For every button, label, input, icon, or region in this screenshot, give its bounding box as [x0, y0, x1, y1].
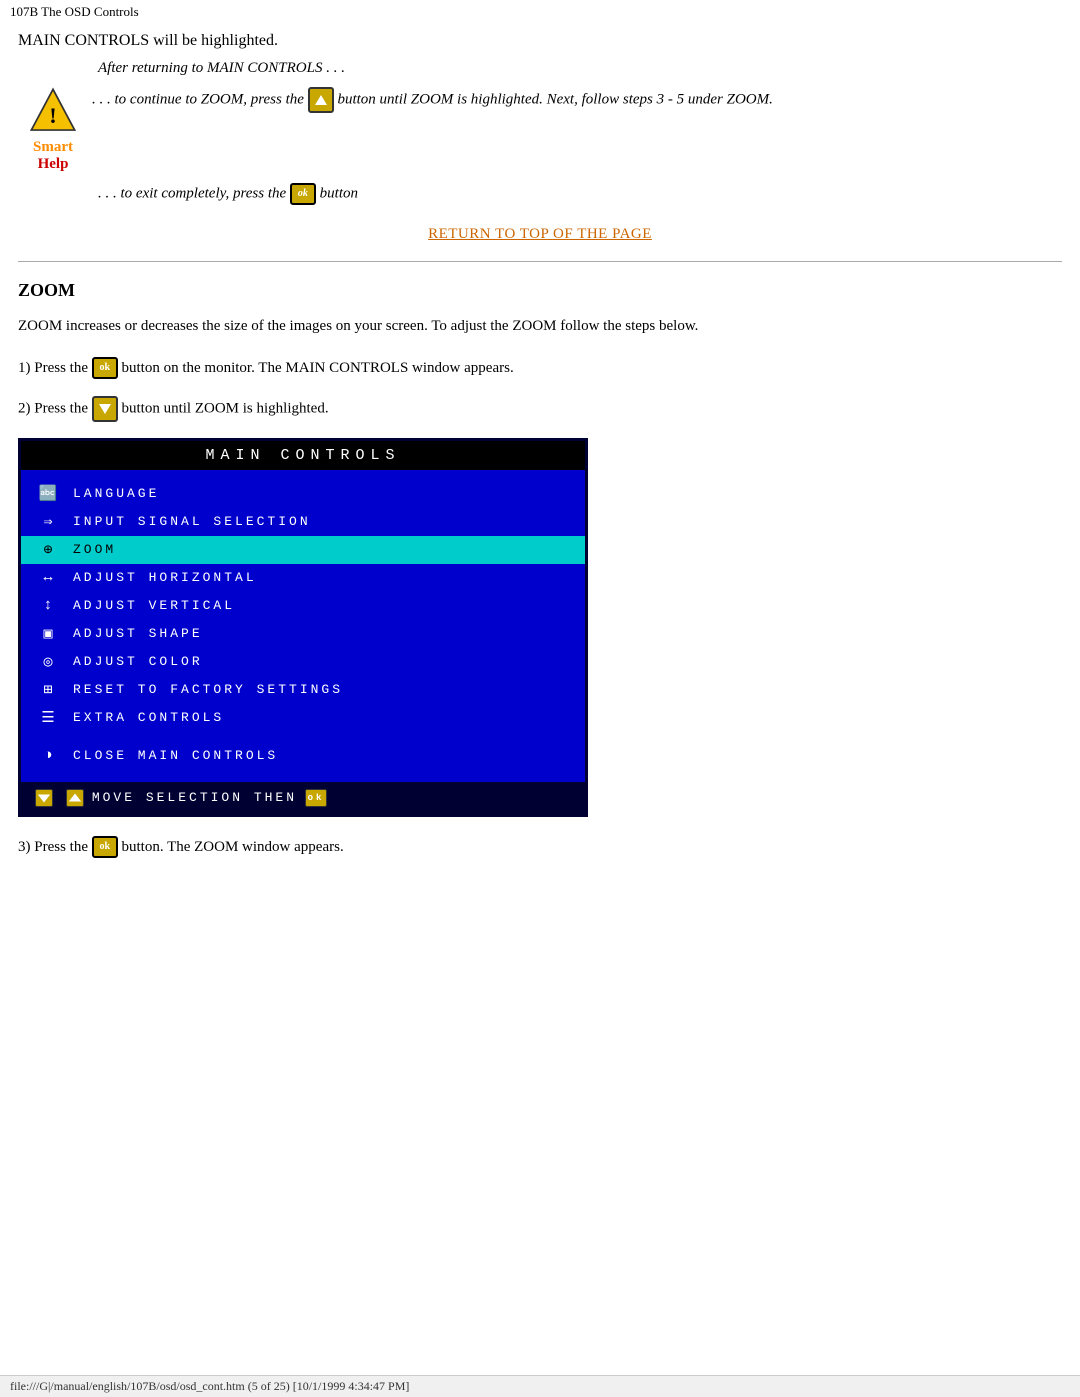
footer-bar: file:///G|/manual/english/107B/osd/osd_c…: [0, 1375, 1080, 1397]
osd-icon-close: ◑: [35, 747, 63, 764]
osd-icon-color: ◎: [35, 652, 63, 671]
smart-help-icon-col: ! Smart Help: [18, 85, 88, 173]
osd-title-bar: MAIN CONTROLS: [21, 441, 585, 470]
osd-icon-extra: ☰: [35, 708, 63, 727]
exit-line: . . . to exit completely, press the ok b…: [98, 183, 1062, 205]
help-label: Help: [38, 156, 69, 173]
exit-post: button: [320, 185, 358, 201]
top-bar-title: 107B The OSD Controls: [10, 4, 139, 19]
osd-label-input: INPUT SIGNAL SELECTION: [73, 514, 311, 529]
step2-pre: 2) Press the: [18, 400, 88, 416]
osd-label-vert: ADJUST VERTICAL: [73, 598, 235, 613]
osd-bottom-text: MOVE SELECTION THEN: [92, 790, 297, 805]
osd-icon-vert: ↕: [35, 597, 63, 614]
zoom-section: ZOOM ZOOM increases or decreases the siz…: [18, 280, 1062, 859]
osd-label-zoom: ZOOM: [73, 542, 116, 557]
highlight-text: MAIN CONTROLS will be highlighted.: [18, 32, 278, 49]
osd-label-shape: ADJUST SHAPE: [73, 626, 203, 641]
smart-label: Smart: [33, 139, 73, 156]
osd-label-horiz: ADJUST HORIZONTAL: [73, 570, 257, 585]
step3-post: button. The ZOOM window appears.: [122, 839, 344, 855]
step-2: 2) Press the button until ZOOM is highli…: [18, 396, 1062, 422]
osd-icon-reset: ⊞: [35, 680, 63, 699]
step-3: 3) Press the ok button. The ZOOM window …: [18, 835, 1062, 859]
osd-item-input: ⇒ INPUT SIGNAL SELECTION: [21, 508, 585, 536]
continue-zoom-post: button until ZOOM is highlighted. Next, …: [337, 91, 772, 107]
osd-item-color: ◎ ADJUST COLOR: [21, 648, 585, 676]
ok-button-step1: ok: [92, 357, 118, 379]
osd-label-language: LANGUAGE: [73, 486, 159, 501]
top-bar: 107B The OSD Controls: [0, 0, 1080, 24]
step-1: 1) Press the ok button on the monitor. T…: [18, 356, 1062, 380]
page-content: MAIN CONTROLS will be highlighted. After…: [0, 24, 1080, 883]
osd-item-vert: ↕ ADJUST VERTICAL: [21, 592, 585, 620]
section-divider: [18, 261, 1062, 262]
osd-icon-input: ⇒: [35, 512, 63, 531]
footer-text: file:///G|/manual/english/107B/osd/osd_c…: [10, 1379, 409, 1393]
exit-pre: . . . to exit completely, press the: [98, 185, 290, 201]
warning-icon: !: [27, 85, 79, 137]
osd-item-close: ◑ CLOSE MAIN CONTROLS: [21, 742, 585, 770]
step3-pre: 3) Press the: [18, 839, 88, 855]
osd-item-shape: ▣ ADJUST SHAPE: [21, 620, 585, 648]
osd-spacer-bot: [21, 770, 585, 776]
continue-zoom-pre: . . . to continue to ZOOM, press the: [92, 91, 308, 107]
return-to-top-link[interactable]: RETURN TO TOP OF THE PAGE: [428, 226, 652, 242]
osd-label-close: CLOSE MAIN CONTROLS: [73, 748, 278, 763]
osd-item-extra: ☰ EXTRA CONTROLS: [21, 704, 585, 732]
osd-icon-zoom: ⊕: [35, 540, 63, 559]
osd-menu-title: MAIN CONTROLS: [205, 447, 400, 464]
step1-post: button on the monitor. The MAIN CONTROLS…: [122, 360, 514, 376]
smart-help-block: ! Smart Help . . . to continue to ZOOM, …: [18, 85, 1062, 173]
osd-item-language: 🔤 LANGUAGE: [21, 480, 585, 508]
osd-item-horiz: ↔ ADJUST HORIZONTAL: [21, 564, 585, 592]
osd-bottom-bar: MOVE SELECTION THEN ok: [21, 782, 585, 814]
osd-label-color: ADJUST COLOR: [73, 654, 203, 669]
osd-bottom-icons-down: [35, 789, 84, 807]
after-returning-label: After returning to MAIN CONTROLS . . .: [98, 60, 345, 76]
osd-icon-language: 🔤: [35, 484, 63, 503]
triangle-up-button: [308, 87, 334, 113]
return-link-container: RETURN TO TOP OF THE PAGE: [18, 225, 1062, 243]
zoom-description: ZOOM increases or decreases the size of …: [18, 315, 1062, 338]
triangle-down-button: [92, 396, 118, 422]
osd-item-reset: ⊞ RESET TO FACTORY SETTINGS: [21, 676, 585, 704]
osd-spacer-top: [21, 470, 585, 480]
osd-ok-btn-bottom: ok: [305, 789, 327, 807]
osd-label-extra: EXTRA CONTROLS: [73, 710, 224, 725]
main-controls-highlight: MAIN CONTROLS will be highlighted.: [18, 32, 1062, 50]
osd-menu: MAIN CONTROLS 🔤 LANGUAGE ⇒ INPUT SIGNAL …: [18, 438, 588, 817]
osd-spacer-mid: [21, 732, 585, 742]
step1-pre: 1) Press the: [18, 360, 88, 376]
osd-icon-horiz: ↔: [35, 569, 63, 586]
ok-button-step3: ok: [92, 836, 118, 858]
svg-text:!: !: [49, 103, 57, 128]
smart-help-text-col: . . . to continue to ZOOM, press the but…: [92, 85, 1062, 113]
ok-button-inline-exit: ok: [290, 183, 316, 205]
after-returning-text: After returning to MAIN CONTROLS . . .: [98, 60, 1062, 77]
zoom-title: ZOOM: [18, 280, 1062, 301]
osd-label-reset: RESET TO FACTORY SETTINGS: [73, 682, 343, 697]
step2-post: button until ZOOM is highlighted.: [122, 400, 329, 416]
osd-icon-shape: ▣: [35, 624, 63, 643]
osd-item-zoom: ⊕ ZOOM: [21, 536, 585, 564]
